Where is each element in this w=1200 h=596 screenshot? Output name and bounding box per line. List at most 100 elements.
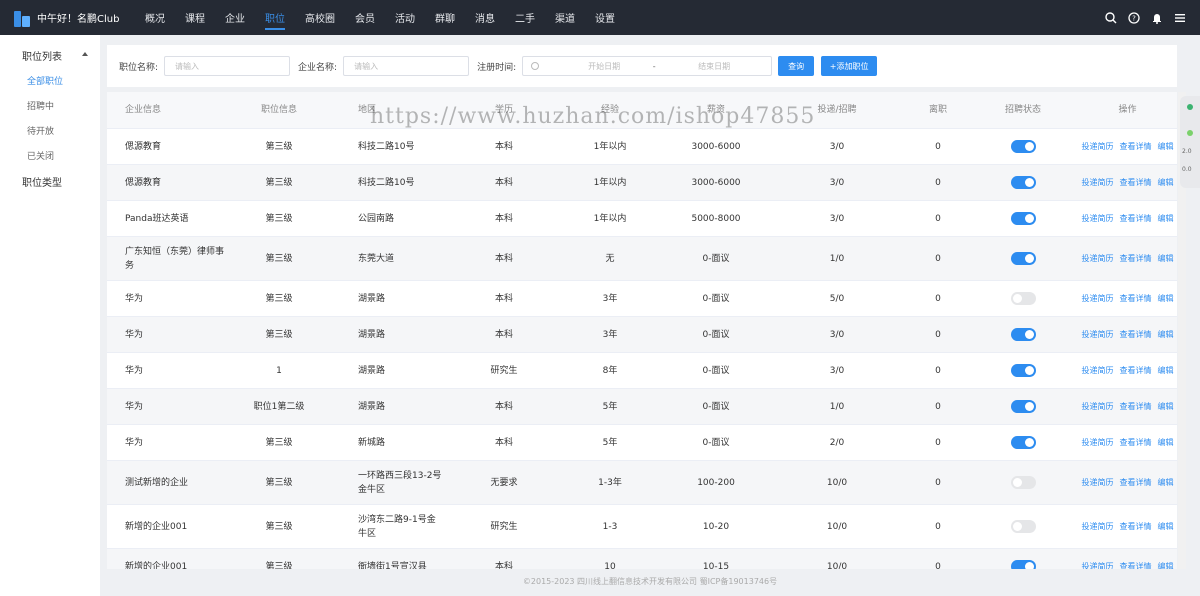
- submit-resume-link[interactable]: 投递简历: [1082, 436, 1114, 450]
- submit-resume-link[interactable]: 投递简历: [1082, 364, 1114, 378]
- view-details-link[interactable]: 查看详情: [1120, 176, 1152, 190]
- nav-item[interactable]: 消息: [475, 0, 495, 35]
- nav-item[interactable]: 企业: [225, 0, 245, 35]
- view-details-link[interactable]: 查看详情: [1120, 212, 1152, 226]
- job-table: 企业信息 职位信息 地区 学历 经验 薪资 投递/招聘 离职 招聘状态 操作 偲源教育 第三级 科技二…: [107, 92, 1177, 569]
- nav-item[interactable]: 高校圈: [305, 0, 335, 35]
- recruit-status-toggle[interactable]: [1010, 251, 1036, 265]
- view-details-link[interactable]: 查看详情: [1120, 476, 1152, 490]
- menu-icon[interactable]: [1173, 11, 1186, 24]
- cell-level: 1: [276, 365, 282, 376]
- submit-resume-link[interactable]: 投递简历: [1082, 400, 1114, 414]
- submit-resume-link[interactable]: 投递简历: [1082, 476, 1114, 490]
- sidebar-group-job-list[interactable]: 职位列表: [0, 42, 100, 68]
- column-header: 地区: [358, 105, 377, 115]
- edit-link[interactable]: 编辑: [1158, 176, 1174, 190]
- nav-item[interactable]: 渠道: [555, 0, 575, 35]
- brand[interactable]: 中午好！名鹏Club: [0, 9, 145, 27]
- submit-resume-link[interactable]: 投递简历: [1082, 520, 1114, 534]
- view-details-link[interactable]: 查看详情: [1120, 560, 1152, 570]
- floating-panel[interactable]: 2.0 0.0: [1180, 96, 1200, 188]
- submit-resume-link[interactable]: 投递简历: [1082, 328, 1114, 342]
- recruit-status-toggle[interactable]: [1010, 291, 1036, 305]
- table-header: 企业信息 职位信息 地区 学历 经验 薪资 投递/招聘 离职 招聘状态 操作: [107, 92, 1177, 129]
- cell-salary: 100-200: [697, 477, 735, 488]
- sidebar-item[interactable]: 全部职位: [0, 68, 100, 93]
- nav-item[interactable]: 设置: [595, 0, 615, 35]
- view-details-link[interactable]: 查看详情: [1120, 400, 1152, 414]
- cell-salary: 0-面议: [702, 365, 730, 376]
- nav-item[interactable]: 会员: [355, 0, 375, 35]
- cell-leave: 0: [935, 477, 941, 488]
- help-icon[interactable]: ?: [1127, 11, 1140, 24]
- recruit-status-toggle[interactable]: [1010, 327, 1036, 341]
- view-details-link[interactable]: 查看详情: [1120, 140, 1152, 154]
- edit-link[interactable]: 编辑: [1158, 364, 1174, 378]
- cell-company: 华为: [125, 329, 144, 340]
- nav-item[interactable]: 二手: [515, 0, 535, 35]
- sidebar-item[interactable]: 待开放: [0, 118, 100, 143]
- edit-link[interactable]: 编辑: [1158, 476, 1174, 490]
- nav-item[interactable]: 群聊: [435, 0, 455, 35]
- nav-item[interactable]: 课程: [185, 0, 205, 35]
- submit-resume-link[interactable]: 投递简历: [1082, 292, 1114, 306]
- cell-edu: 本科: [494, 141, 513, 152]
- edit-link[interactable]: 编辑: [1158, 400, 1174, 414]
- sidebar-group-job-type[interactable]: 职位类型: [0, 168, 100, 194]
- bell-icon[interactable]: [1150, 11, 1163, 24]
- cell-ratio: 3/0: [829, 213, 845, 224]
- view-details-link[interactable]: 查看详情: [1120, 252, 1152, 266]
- recruit-status-toggle[interactable]: [1010, 175, 1036, 189]
- view-details-link[interactable]: 查看详情: [1120, 328, 1152, 342]
- recruit-status-toggle[interactable]: [1010, 475, 1036, 489]
- sidebar-item[interactable]: 已关闭: [0, 143, 100, 168]
- cell-salary: 3000-6000: [691, 177, 741, 188]
- cell-actions: 投递简历 查看详情 编辑: [1078, 252, 1177, 266]
- edit-link[interactable]: 编辑: [1158, 140, 1174, 154]
- search-button[interactable]: 查询: [778, 56, 815, 76]
- job-name-input[interactable]: 请输入: [164, 56, 291, 76]
- submit-resume-link[interactable]: 投递简历: [1082, 560, 1114, 570]
- sidebar-item[interactable]: 招聘中: [0, 93, 100, 118]
- nav-item[interactable]: 职位: [265, 0, 285, 35]
- cell-leave: 0: [935, 521, 941, 532]
- edit-link[interactable]: 编辑: [1158, 520, 1174, 534]
- edit-link[interactable]: 编辑: [1158, 292, 1174, 306]
- cell-salary: 10-20: [702, 521, 730, 532]
- submit-resume-link[interactable]: 投递简历: [1082, 140, 1114, 154]
- date-end[interactable]: 结束日期: [679, 61, 749, 72]
- view-details-link[interactable]: 查看详情: [1120, 520, 1152, 534]
- submit-resume-link[interactable]: 投递简历: [1082, 176, 1114, 190]
- recruit-status-toggle[interactable]: [1010, 399, 1036, 413]
- header-tools: ?: [1104, 0, 1186, 35]
- edit-link[interactable]: 编辑: [1158, 560, 1174, 570]
- company-name-input[interactable]: 请输入: [343, 56, 470, 76]
- edit-link[interactable]: 编辑: [1158, 252, 1174, 266]
- cell-actions: 投递简历 查看详情 编辑: [1078, 476, 1177, 490]
- nav-item[interactable]: 概况: [145, 0, 165, 35]
- recruit-status-toggle[interactable]: [1010, 139, 1036, 153]
- recruit-status-toggle[interactable]: [1010, 435, 1036, 449]
- edit-link[interactable]: 编辑: [1158, 328, 1174, 342]
- date-start[interactable]: 开始日期: [569, 61, 639, 72]
- column-header: 离职: [928, 105, 947, 115]
- add-job-button[interactable]: +添加职位: [821, 56, 878, 76]
- date-range-picker[interactable]: 开始日期 - 结束日期: [522, 56, 773, 76]
- recruit-status-toggle[interactable]: [1010, 363, 1036, 377]
- cell-level: 第三级: [265, 477, 293, 488]
- recruit-status-toggle[interactable]: [1010, 211, 1036, 225]
- recruit-status-toggle[interactable]: [1010, 519, 1036, 533]
- view-details-link[interactable]: 查看详情: [1120, 364, 1152, 378]
- cell-status: [968, 211, 1078, 226]
- edit-link[interactable]: 编辑: [1158, 212, 1174, 226]
- job-name-label: 职位名称:: [119, 62, 159, 73]
- submit-resume-link[interactable]: 投递简历: [1082, 212, 1114, 226]
- view-details-link[interactable]: 查看详情: [1120, 436, 1152, 450]
- view-details-link[interactable]: 查看详情: [1120, 292, 1152, 306]
- edit-link[interactable]: 编辑: [1158, 436, 1174, 450]
- submit-resume-link[interactable]: 投递简历: [1082, 252, 1114, 266]
- nav-item[interactable]: 活动: [395, 0, 415, 35]
- recruit-status-toggle[interactable]: [1010, 559, 1036, 569]
- column-header: 经验: [600, 105, 619, 115]
- search-icon[interactable]: [1104, 11, 1117, 24]
